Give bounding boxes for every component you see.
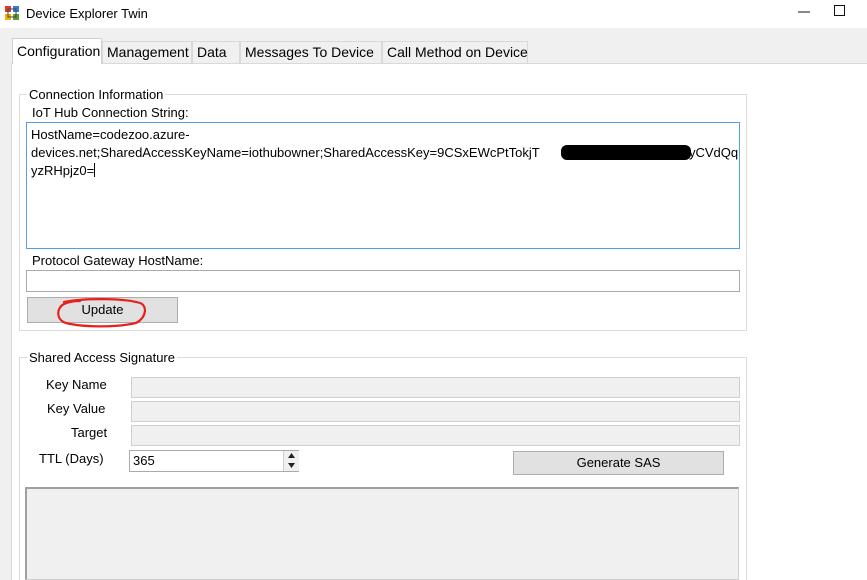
key-name-field[interactable] <box>131 377 740 398</box>
tab-label: Data <box>197 44 227 60</box>
ttl-stepper[interactable]: 365 <box>129 450 299 472</box>
red-circle-annotation <box>57 298 146 328</box>
tab-label: Configuration <box>17 43 101 59</box>
connection-string-line-3-text: yzRHpjz0= <box>31 163 95 178</box>
ttl-value: 365 <box>133 453 155 468</box>
connection-string-part-a: devices.net;SharedAccessKeyName=iothubow… <box>31 145 540 160</box>
gateway-hostname-input[interactable] <box>26 270 740 292</box>
ttl-spinner <box>283 451 299 471</box>
sas-output-textarea[interactable] <box>25 487 739 580</box>
ttl-label: TTL (Days) <box>39 451 104 466</box>
minimize-icon[interactable] <box>796 4 812 20</box>
connection-string-label: IoT Hub Connection String: <box>32 105 189 120</box>
maximize-icon[interactable] <box>834 5 845 16</box>
target-field[interactable] <box>131 425 740 446</box>
text-caret <box>94 163 96 177</box>
generate-sas-label: Generate SAS <box>576 455 661 470</box>
gateway-hostname-label: Protocol Gateway HostName: <box>32 253 204 268</box>
tab-call-method-on-device[interactable]: Call Method on Device <box>382 41 528 63</box>
tab-label: Messages To Device <box>245 44 374 60</box>
key-value-field[interactable] <box>131 401 740 422</box>
connection-string-line-1: HostName=codezoo.azure- <box>31 127 190 142</box>
spin-down-icon[interactable] <box>288 463 295 469</box>
key-name-label: Key Name <box>46 377 107 392</box>
app-icon <box>5 6 19 20</box>
spin-up-icon[interactable] <box>288 453 295 459</box>
connection-string-textarea[interactable]: HostName=codezoo.azure- devices.net;Shar… <box>26 122 740 249</box>
connection-information-legend: Connection Information <box>27 87 166 102</box>
tab-label: Call Method on Device <box>387 44 528 60</box>
title-bar: Device Explorer Twin <box>0 0 867 28</box>
tab-management[interactable]: Management <box>102 41 192 63</box>
connection-string-line-3: yzRHpjz0= <box>31 162 735 180</box>
generate-sas-button[interactable]: Generate SAS <box>513 451 724 475</box>
window-title: Device Explorer Twin <box>26 6 148 21</box>
connection-string-part-b: yCVdQq <box>689 145 739 160</box>
redaction-mark <box>561 145 691 160</box>
tab-configuration[interactable]: Configuration <box>12 38 102 64</box>
tab-data[interactable]: Data <box>192 41 240 63</box>
tab-label: Management <box>107 44 189 60</box>
key-value-label: Key Value <box>47 401 106 416</box>
connection-string-line-2: devices.net;SharedAccessKeyName=iothubow… <box>31 144 739 162</box>
target-label: Target <box>71 425 108 440</box>
sas-legend: Shared Access Signature <box>27 350 177 365</box>
tab-messages-to-device[interactable]: Messages To Device <box>240 41 382 63</box>
